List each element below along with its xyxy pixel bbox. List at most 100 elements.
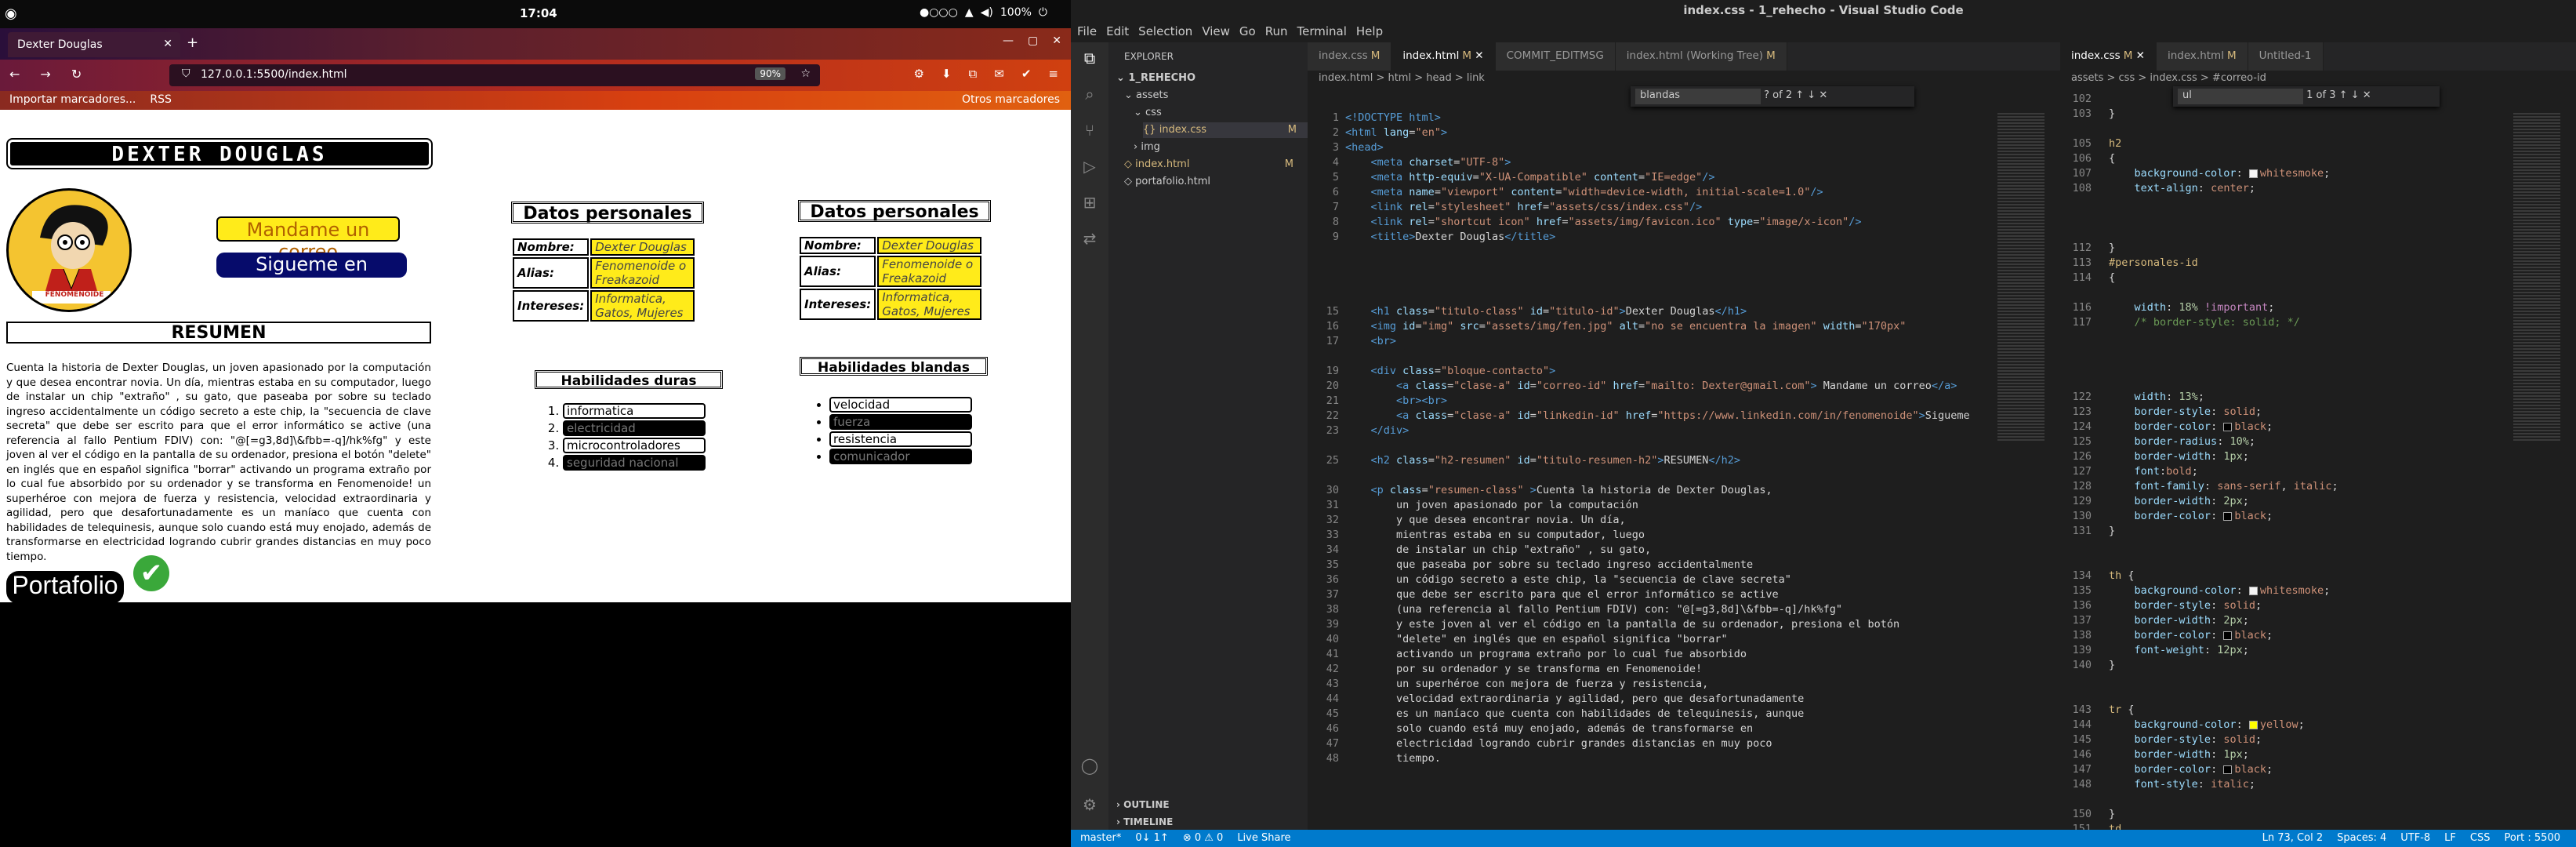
new-tab-icon[interactable]: + xyxy=(187,35,198,51)
find-close-icon[interactable]: ✕ xyxy=(1819,89,1827,101)
back-icon[interactable]: ← xyxy=(9,67,20,82)
menu-edit[interactable]: Edit xyxy=(1106,24,1129,38)
battery-level[interactable]: 100% xyxy=(1000,6,1032,19)
linkedin-button[interactable]: Sigueme en Linkedin! xyxy=(216,253,407,297)
tree-file-index-html[interactable]: ◇ index.html M xyxy=(1124,157,1304,173)
maximize-icon[interactable]: ▢ xyxy=(1028,35,1038,47)
download-icon[interactable]: ⬇ xyxy=(942,67,952,81)
system-clock[interactable]: 17:04 xyxy=(520,6,557,20)
explorer-heading: EXPLORER xyxy=(1124,51,1174,62)
minimap[interactable] xyxy=(2513,113,2560,442)
timeline-section[interactable]: › TIMELINE xyxy=(1116,814,1173,830)
menu-file[interactable]: File xyxy=(1077,24,1097,38)
live-share[interactable]: Live Share xyxy=(1237,832,1290,844)
breadcrumb[interactable]: index.html > html > head > link xyxy=(1319,72,1485,84)
editor-tab[interactable]: index.css M ✕ xyxy=(2060,42,2157,71)
menu-icon[interactable]: ≡ xyxy=(1048,67,1058,81)
url-bar[interactable]: ⛉ 127.0.0.1:5500/index.html 90% ☆ xyxy=(169,64,820,86)
editor-tab[interactable]: index.html (Working Tree) M xyxy=(1615,42,1787,71)
forward-icon[interactable]: → xyxy=(40,67,50,82)
reload-icon[interactable]: ↻ xyxy=(71,67,82,82)
mail-icon[interactable]: ✉ xyxy=(994,67,1004,81)
list-item-label: seguridad nacional xyxy=(563,455,706,471)
system-tray: ●○○○ ▲ ◀) 100% ⏻ xyxy=(920,6,1047,19)
settings-icon[interactable]: ⚙ xyxy=(914,67,924,81)
zoom-level[interactable]: 90% xyxy=(755,67,785,80)
git-branch[interactable]: master* xyxy=(1080,832,1121,844)
find-next-icon[interactable]: ↓ xyxy=(2351,89,2360,101)
cursor-position[interactable]: Ln 73, Col 2 xyxy=(2262,832,2323,844)
bookmark-other[interactable]: Otros marcadores xyxy=(962,93,1060,106)
problems-count[interactable]: ⊗ 0 ⚠ 0 xyxy=(1183,832,1224,844)
account-icon[interactable]: ◯ xyxy=(1079,756,1101,778)
wifi-icon[interactable]: ▲ xyxy=(965,6,974,19)
shield-icon[interactable]: ⛉ xyxy=(182,67,190,80)
find-close-icon[interactable]: ✕ xyxy=(2363,89,2371,101)
run-debug-icon[interactable]: ▷ xyxy=(1079,157,1101,179)
bookmark-star-icon[interactable]: ☆ xyxy=(800,67,811,80)
editor-tab[interactable]: COMMIT_EDITMSG xyxy=(1495,42,1616,71)
tab-modified: M xyxy=(2226,49,2237,62)
tree-root[interactable]: ⌄ 1_REHECHO xyxy=(1116,71,1304,86)
encoding[interactable]: UTF-8 xyxy=(2400,832,2430,844)
tree-folder-img[interactable]: › img xyxy=(1134,140,1304,155)
extension-icon[interactable]: ⧉ xyxy=(969,67,978,81)
duras-list: informatica electricidad microcontrolado… xyxy=(549,403,713,472)
tree-folder-assets[interactable]: ⌄ assets xyxy=(1124,88,1304,104)
volume-icon[interactable]: ◀) xyxy=(981,6,993,19)
mail-button[interactable]: Mandame un correo xyxy=(216,216,400,263)
list-item-label: comunicador xyxy=(829,449,972,464)
list-item: comunicador xyxy=(829,449,980,466)
find-prev-icon[interactable]: ↑ xyxy=(1795,89,1804,101)
workspace-dots-icon[interactable]: ●○○○ xyxy=(920,6,958,19)
menu-selection[interactable]: Selection xyxy=(1138,24,1192,38)
line-ending[interactable]: LF xyxy=(2444,832,2456,844)
tree-file-portafolio[interactable]: ◇ portafolio.html xyxy=(1124,174,1304,190)
tab-label: index.css xyxy=(1319,49,1368,62)
minimize-icon[interactable]: — xyxy=(1003,35,1014,47)
close-tab-icon[interactable]: ✕ xyxy=(163,38,172,50)
find-input[interactable]: blandas xyxy=(1635,89,1761,104)
editor-tab[interactable]: index.css M xyxy=(1308,42,1392,71)
menu-terminal[interactable]: Terminal xyxy=(1297,24,1347,38)
editor-tab[interactable]: index.html M xyxy=(2156,42,2248,71)
close-window-icon[interactable]: ✕ xyxy=(1052,35,1061,47)
editor-tab[interactable]: Untitled-1 xyxy=(2248,42,2324,71)
extensions-icon[interactable]: ⊞ xyxy=(1079,193,1101,215)
browser-tab[interactable]: Dexter Douglas ✕ xyxy=(8,32,180,57)
live-server-port[interactable]: Port : 5500 xyxy=(2505,832,2561,844)
manage-gear-icon[interactable]: ⚙ xyxy=(1079,795,1101,817)
bookmark-rss[interactable]: RSS xyxy=(150,93,172,106)
menu-view[interactable]: View xyxy=(1202,24,1230,38)
source-control-icon[interactable]: ⑂ xyxy=(1079,121,1101,143)
menu-run[interactable]: Run xyxy=(1265,24,1288,38)
list-item-label: resistencia xyxy=(829,431,972,447)
language-mode[interactable]: CSS xyxy=(2470,832,2491,844)
breadcrumb[interactable]: assets > css > index.css > #correo-id xyxy=(2071,72,2266,84)
remote-icon[interactable]: ⇄ xyxy=(1079,229,1101,251)
bookmark-import[interactable]: Importar marcadores... xyxy=(9,93,136,106)
datos-key: Alias: xyxy=(800,256,876,287)
find-prev-icon[interactable]: ↑ xyxy=(2339,89,2348,101)
tree-label: 1_REHECHO xyxy=(1128,72,1196,84)
minimap[interactable] xyxy=(1997,113,2044,442)
tree-file-index-css[interactable]: {} index.css M xyxy=(1143,122,1308,138)
portafolio-button[interactable]: Portafolio xyxy=(6,571,124,604)
editor-tab[interactable]: index.html M ✕ xyxy=(1391,42,1496,71)
find-next-icon[interactable]: ↓ xyxy=(1807,89,1816,101)
find-count: 1 of 3 xyxy=(2306,89,2336,101)
check-icon: ✔ xyxy=(133,555,169,591)
files-icon[interactable]: ⧉ xyxy=(1079,49,1101,71)
search-icon[interactable]: ⌕ xyxy=(1079,85,1101,107)
outline-section[interactable]: › OUTLINE xyxy=(1116,797,1170,812)
menu-help[interactable]: Help xyxy=(1356,24,1383,38)
tree-folder-css[interactable]: ⌄ css xyxy=(1134,105,1304,121)
url-text[interactable]: 127.0.0.1:5500/index.html xyxy=(201,68,347,81)
system-logo-icon[interactable]: ◉ xyxy=(5,5,17,22)
check-extension-icon[interactable]: ✔ xyxy=(1021,67,1032,81)
menu-go[interactable]: Go xyxy=(1239,24,1256,38)
indentation[interactable]: Spaces: 4 xyxy=(2337,832,2386,844)
power-icon[interactable]: ⏻ xyxy=(1039,6,1047,19)
find-input[interactable]: ul xyxy=(2178,89,2303,104)
git-sync[interactable]: 0↓ 1↑ xyxy=(1135,832,1168,844)
